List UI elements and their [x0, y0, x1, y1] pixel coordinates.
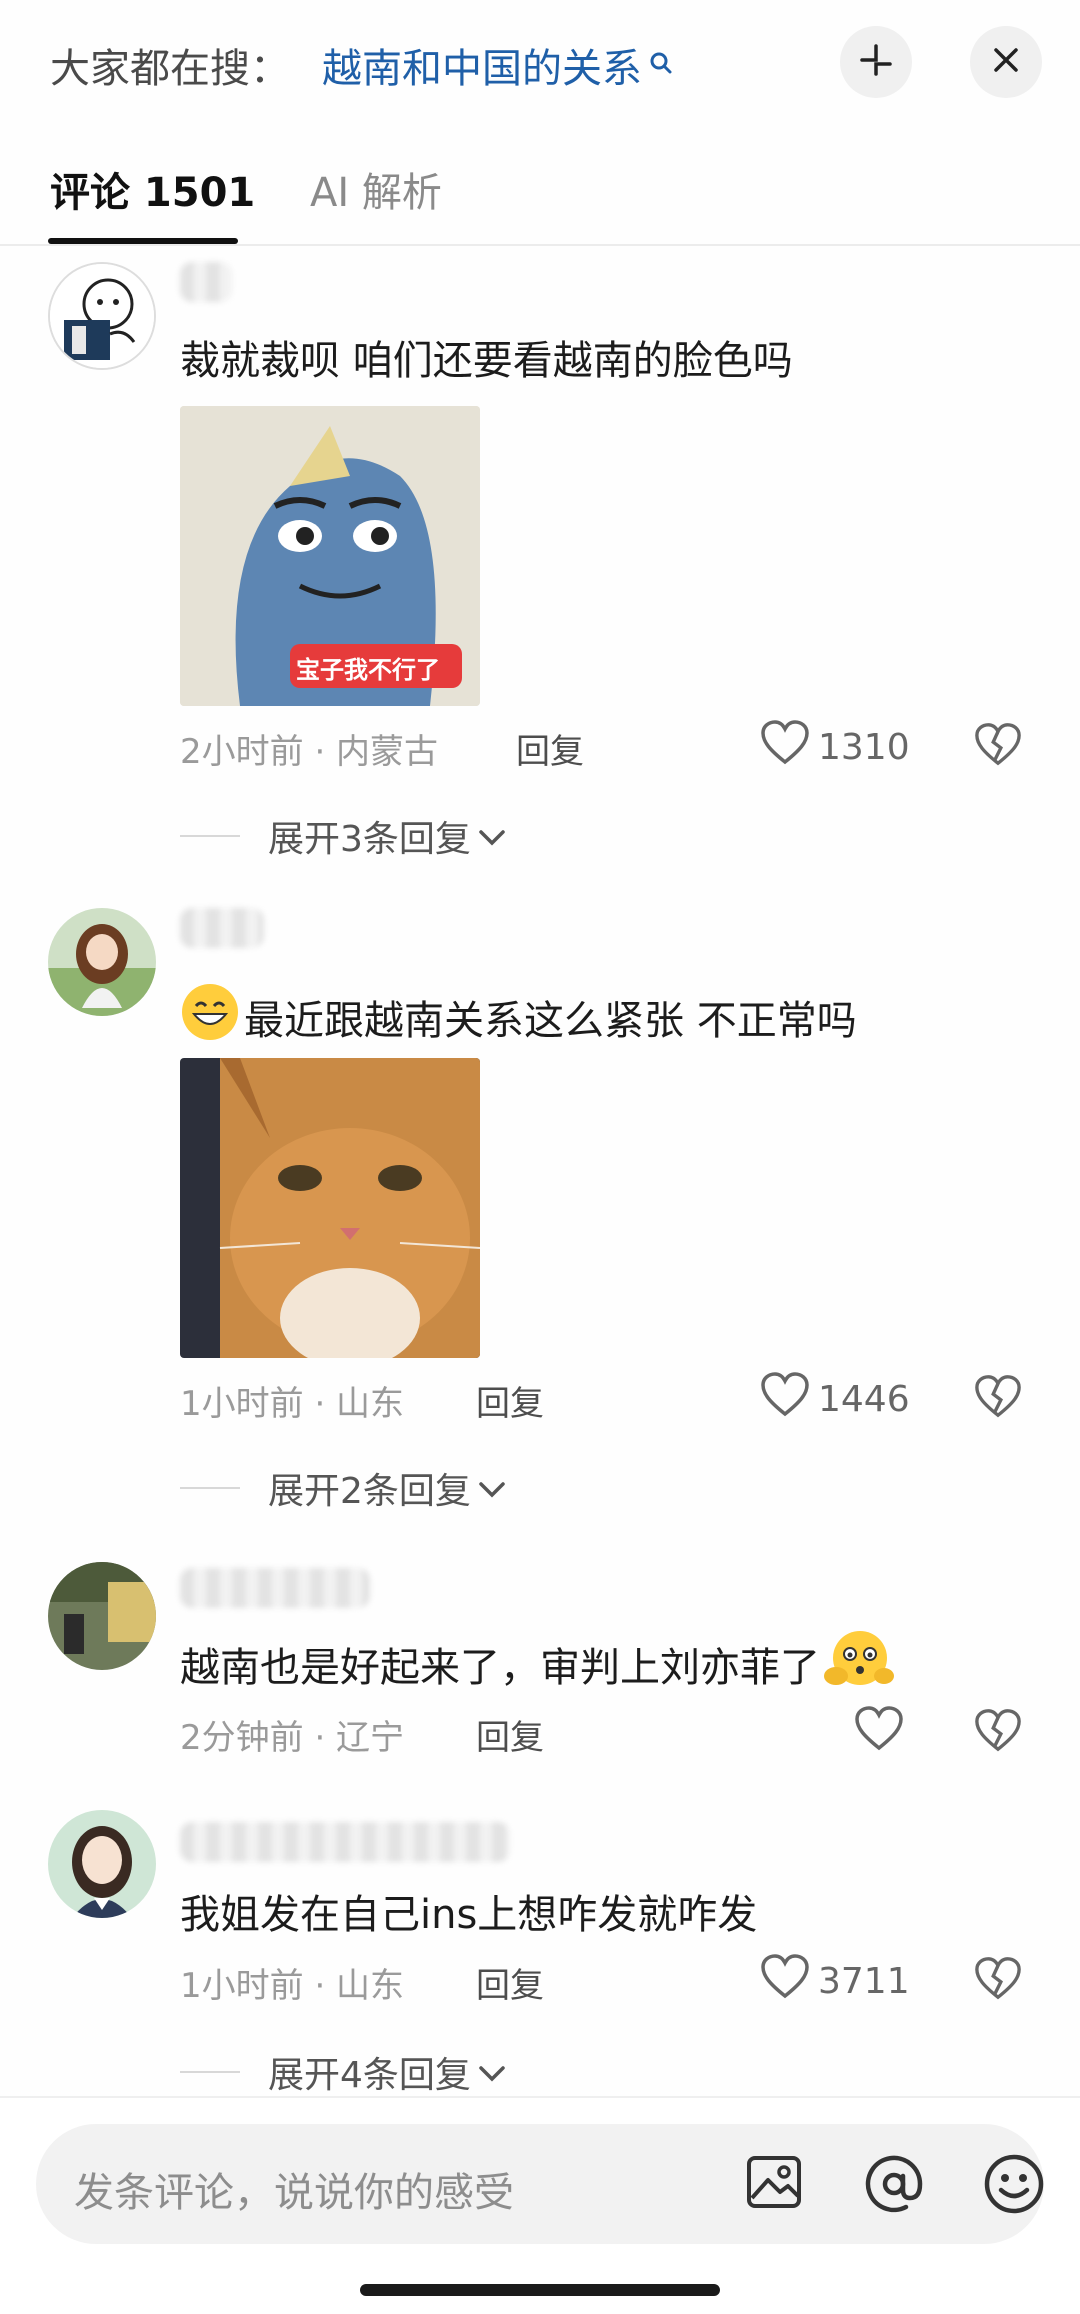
close-icon — [989, 43, 1023, 81]
expand-replies-label: 展开2条回复 — [268, 1471, 471, 1512]
heart-icon — [854, 1706, 912, 1761]
heart-icon — [760, 1954, 818, 2009]
chevron-down-icon — [471, 816, 507, 857]
heart-icon — [760, 1372, 818, 1427]
expand-replies-label: 展开3条回复 — [268, 819, 471, 860]
reply-button[interactable]: 回复 — [516, 724, 584, 773]
chevron-down-icon — [471, 2052, 507, 2093]
divider-line — [180, 835, 240, 837]
comment-text: 我姐发在自己ins上想咋发就咋发 — [180, 1892, 758, 1938]
comment-input[interactable]: 发条评论，说说你的感受 — [36, 2124, 1044, 2244]
comment-image-sticker[interactable]: 宝子我不行了 — [180, 406, 480, 706]
active-tab-indicator — [48, 238, 238, 244]
expand-replies-label: 展开4条回复 — [268, 2055, 471, 2096]
image-icon[interactable] — [744, 2152, 804, 2216]
avatar[interactable] — [48, 1810, 156, 1918]
like-button[interactable] — [854, 1706, 912, 1761]
emoji-icon[interactable] — [982, 2152, 1046, 2220]
comment-text-body: 最近跟越南关系这么紧张 不正常吗 — [244, 998, 857, 1044]
collapse-icon — [856, 40, 896, 84]
collapse-button[interactable] — [840, 26, 912, 98]
tab-comments[interactable]: 评论 1501 — [50, 160, 255, 218]
like-button[interactable]: 1446 — [760, 1372, 910, 1427]
comments-sheet: 大家都在搜： 越南和中国的关系 评论 1501 AI 解析 裁就裁呗 咱们还要看… — [0, 0, 1080, 2314]
comment-text: 最近跟越南关系这么紧张 不正常吗 — [180, 982, 857, 1052]
like-count: 1446 — [818, 1379, 910, 1420]
expand-replies-button[interactable]: 展开3条回复 — [180, 810, 507, 862]
tab-ai-analysis[interactable]: AI 解析 — [310, 160, 442, 218]
sticker-caption: 宝子我不行了 — [296, 656, 440, 684]
comment-text-body: 越南也是好起来了，审判上刘亦菲了 — [180, 1645, 820, 1691]
username-blurred[interactable] — [180, 1822, 510, 1862]
dislike-button[interactable] — [974, 722, 1022, 772]
broken-heart-icon — [974, 1709, 1022, 1758]
username-blurred[interactable] — [180, 262, 232, 302]
hot-search-prefix: 大家都在搜： — [50, 46, 290, 92]
like-count: 3711 — [818, 1961, 910, 2002]
username-blurred[interactable] — [180, 908, 264, 948]
tab-bar: 评论 1501 AI 解析 — [0, 150, 1080, 246]
divider-line — [180, 2071, 240, 2073]
hot-search-query-text: 越南和中国的关系 — [322, 46, 642, 92]
grinning-emoji-icon — [180, 982, 240, 1052]
mention-icon[interactable] — [862, 2152, 926, 2220]
like-button[interactable]: 1310 — [760, 720, 910, 775]
thinking-emoji-icon — [824, 1628, 894, 1700]
heart-icon — [760, 720, 818, 775]
comment-time-location: 2分钟前 · 辽宁 — [180, 1718, 405, 1758]
comment-time-location: 1小时前 · 山东 — [180, 1966, 405, 2006]
like-button[interactable]: 3711 — [760, 1954, 910, 2009]
comment-item: 越南也是好起来了，审判上刘亦菲了 2分钟前 · 辽宁 回复 — [0, 1562, 1080, 1762]
comment-text: 越南也是好起来了，审判上刘亦菲了 — [180, 1628, 894, 1700]
hot-search-bar: 大家都在搜： 越南和中国的关系 — [0, 0, 1080, 124]
comment-item: 最近跟越南关系这么紧张 不正常吗 1小时前 · 山东 回复 1446 展开2条回… — [0, 908, 1080, 1528]
reply-button[interactable]: 回复 — [476, 1710, 544, 1759]
comment-composer: 发条评论，说说你的感受 — [0, 2096, 1080, 2314]
reply-button[interactable]: 回复 — [476, 1376, 544, 1425]
comment-time-location: 1小时前 · 山东 — [180, 1384, 405, 1424]
broken-heart-icon — [974, 723, 1022, 772]
chevron-down-icon — [471, 1468, 507, 1509]
reply-button[interactable]: 回复 — [476, 1958, 544, 2007]
hot-search-query-link[interactable]: 越南和中国的关系 — [322, 36, 674, 94]
username-blurred[interactable] — [180, 1568, 370, 1608]
dislike-button[interactable] — [974, 1708, 1022, 1758]
close-button[interactable] — [970, 26, 1042, 98]
avatar[interactable] — [48, 908, 156, 1016]
avatar[interactable] — [48, 262, 156, 370]
avatar[interactable] — [48, 1562, 156, 1670]
broken-heart-icon — [974, 1375, 1022, 1424]
expand-replies-button[interactable]: 展开4条回复 — [180, 2046, 507, 2098]
dislike-button[interactable] — [974, 1956, 1022, 2006]
dislike-button[interactable] — [974, 1374, 1022, 1424]
home-indicator[interactable] — [360, 2284, 720, 2296]
divider-line — [180, 1487, 240, 1489]
comment-time-location: 2小时前 · 内蒙古 — [180, 732, 439, 772]
comment-item: 我姐发在自己ins上想咋发就咋发 1小时前 · 山东 回复 3711 展开4条回… — [0, 1810, 1080, 2096]
expand-replies-button[interactable]: 展开2条回复 — [180, 1462, 507, 1514]
like-count: 1310 — [818, 727, 910, 768]
broken-heart-icon — [974, 1957, 1022, 2006]
comment-item: 裁就裁呗 咱们还要看越南的脸色吗 宝子我不行了 2小时前 · 内蒙古 回复 13… — [0, 256, 1080, 876]
comment-image-cat[interactable] — [180, 1058, 480, 1358]
comment-input-placeholder: 发条评论，说说你的感受 — [74, 2170, 514, 2216]
search-icon — [648, 40, 674, 86]
comment-text: 裁就裁呗 咱们还要看越南的脸色吗 — [180, 338, 793, 384]
